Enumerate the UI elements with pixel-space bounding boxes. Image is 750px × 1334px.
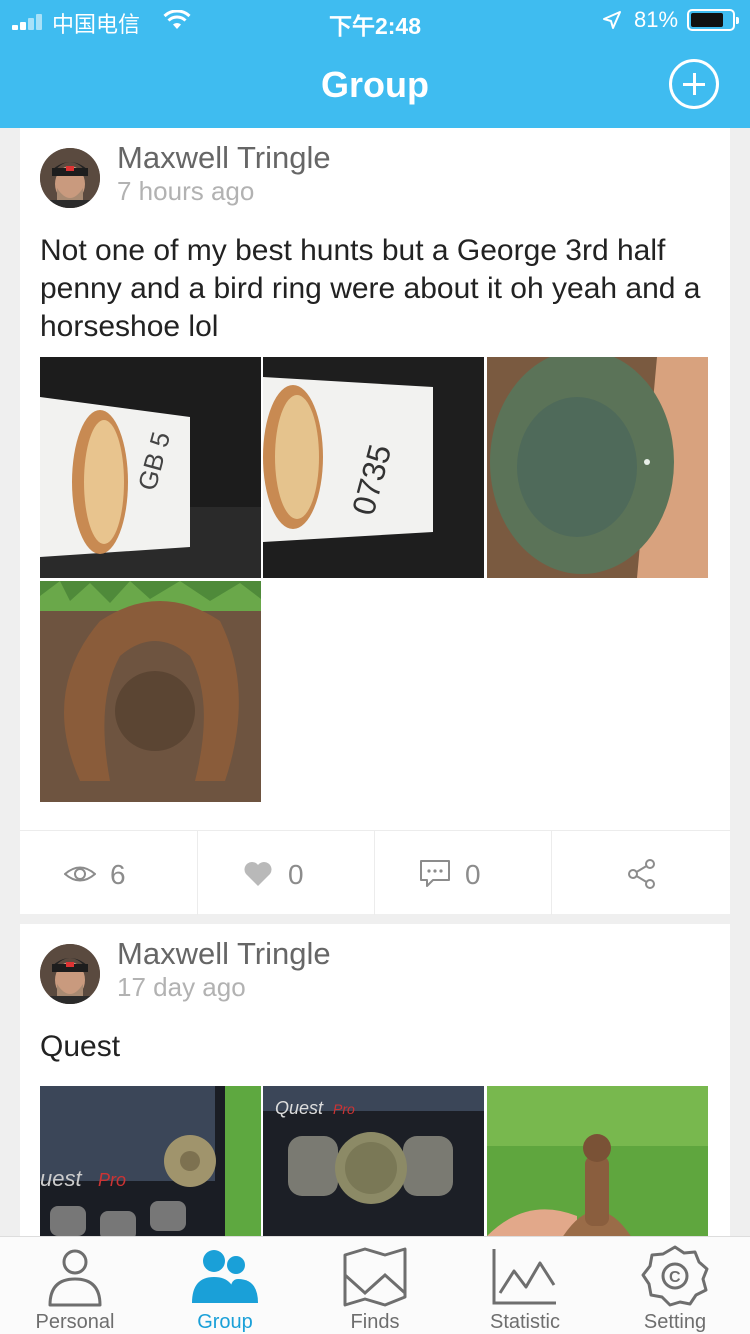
avatar[interactable] [40, 148, 100, 208]
svg-text:Pro: Pro [98, 1170, 126, 1190]
comments-count: 0 [465, 859, 481, 890]
comment-button[interactable]: 0 [374, 831, 551, 915]
battery-icon [687, 9, 739, 31]
finds-icon [343, 1247, 407, 1307]
eye-icon [64, 866, 96, 882]
svg-text:C: C [669, 1269, 681, 1286]
tab-finds[interactable]: Finds [300, 1237, 450, 1334]
post-text: Quest [40, 1030, 121, 1063]
location-arrow-icon [603, 11, 621, 29]
tab-label: Finds [350, 1311, 400, 1333]
post-photo[interactable] [40, 581, 261, 802]
post-card[interactable]: Maxwell Tringle 7 hours ago Not one of m… [20, 128, 730, 915]
group-icon [192, 1250, 258, 1303]
tab-label: Statistic [489, 1311, 561, 1333]
post-photo[interactable]: uest Pro [40, 1086, 261, 1236]
tab-label: Group [197, 1311, 253, 1333]
tab-statistic[interactable]: Statistic [450, 1237, 600, 1334]
chart-icon [492, 1249, 556, 1305]
post-actions: 6 0 0 [20, 830, 730, 915]
tab-personal[interactable]: Personal [0, 1237, 150, 1334]
group-feed[interactable]: Maxwell Tringle 7 hours ago Not one of m… [20, 128, 730, 1236]
settings-gear-icon: C [641, 1245, 709, 1307]
svg-text:uest: uest [40, 1166, 82, 1191]
comment-icon [420, 860, 450, 887]
post-time: 17 day ago [117, 972, 246, 1002]
post-text: Not one of my best hunts but a George 3r… [40, 234, 701, 343]
tab-label: Personal [35, 1311, 115, 1333]
post-author[interactable]: Maxwell Tringle [117, 936, 331, 972]
tab-label: Setting [643, 1311, 707, 1333]
post-photo[interactable]: 0735 [263, 357, 484, 578]
post-time: 7 hours ago [117, 176, 255, 206]
post-photo[interactable] [487, 357, 708, 578]
likes-count: 0 [288, 859, 304, 890]
share-icon [628, 859, 655, 889]
bottom-tab-bar: Personal Group Finds Statistic C Setting [0, 1236, 750, 1334]
page-title: Group [321, 64, 429, 105]
heart-icon [244, 862, 272, 886]
post-photo[interactable]: Quest Pro [263, 1086, 484, 1236]
tab-group[interactable]: Group [150, 1237, 300, 1334]
post-author[interactable]: Maxwell Tringle [117, 140, 331, 176]
top-bar: 中国电信 下午2:48 81% Group [0, 0, 750, 128]
like-button[interactable]: 0 [197, 831, 374, 915]
avatar[interactable] [40, 944, 100, 1004]
status-bar: 中国电信 下午2:48 81% [0, 0, 750, 40]
plus-circle-icon[interactable] [669, 59, 719, 109]
share-button[interactable] [551, 831, 728, 915]
battery-percent: 81% [634, 7, 679, 32]
views-stat: 6 [20, 831, 197, 915]
post-photo[interactable] [487, 1086, 708, 1236]
svg-text:Pro: Pro [333, 1101, 355, 1117]
post-photo[interactable]: GB 5 [40, 357, 261, 578]
person-icon [48, 1249, 102, 1307]
svg-text:Quest: Quest [275, 1098, 324, 1118]
tab-setting[interactable]: C Setting [600, 1237, 750, 1334]
post-card[interactable]: Maxwell Tringle 17 day ago Quest uest Pr… [20, 924, 730, 1236]
views-count: 6 [110, 859, 126, 890]
